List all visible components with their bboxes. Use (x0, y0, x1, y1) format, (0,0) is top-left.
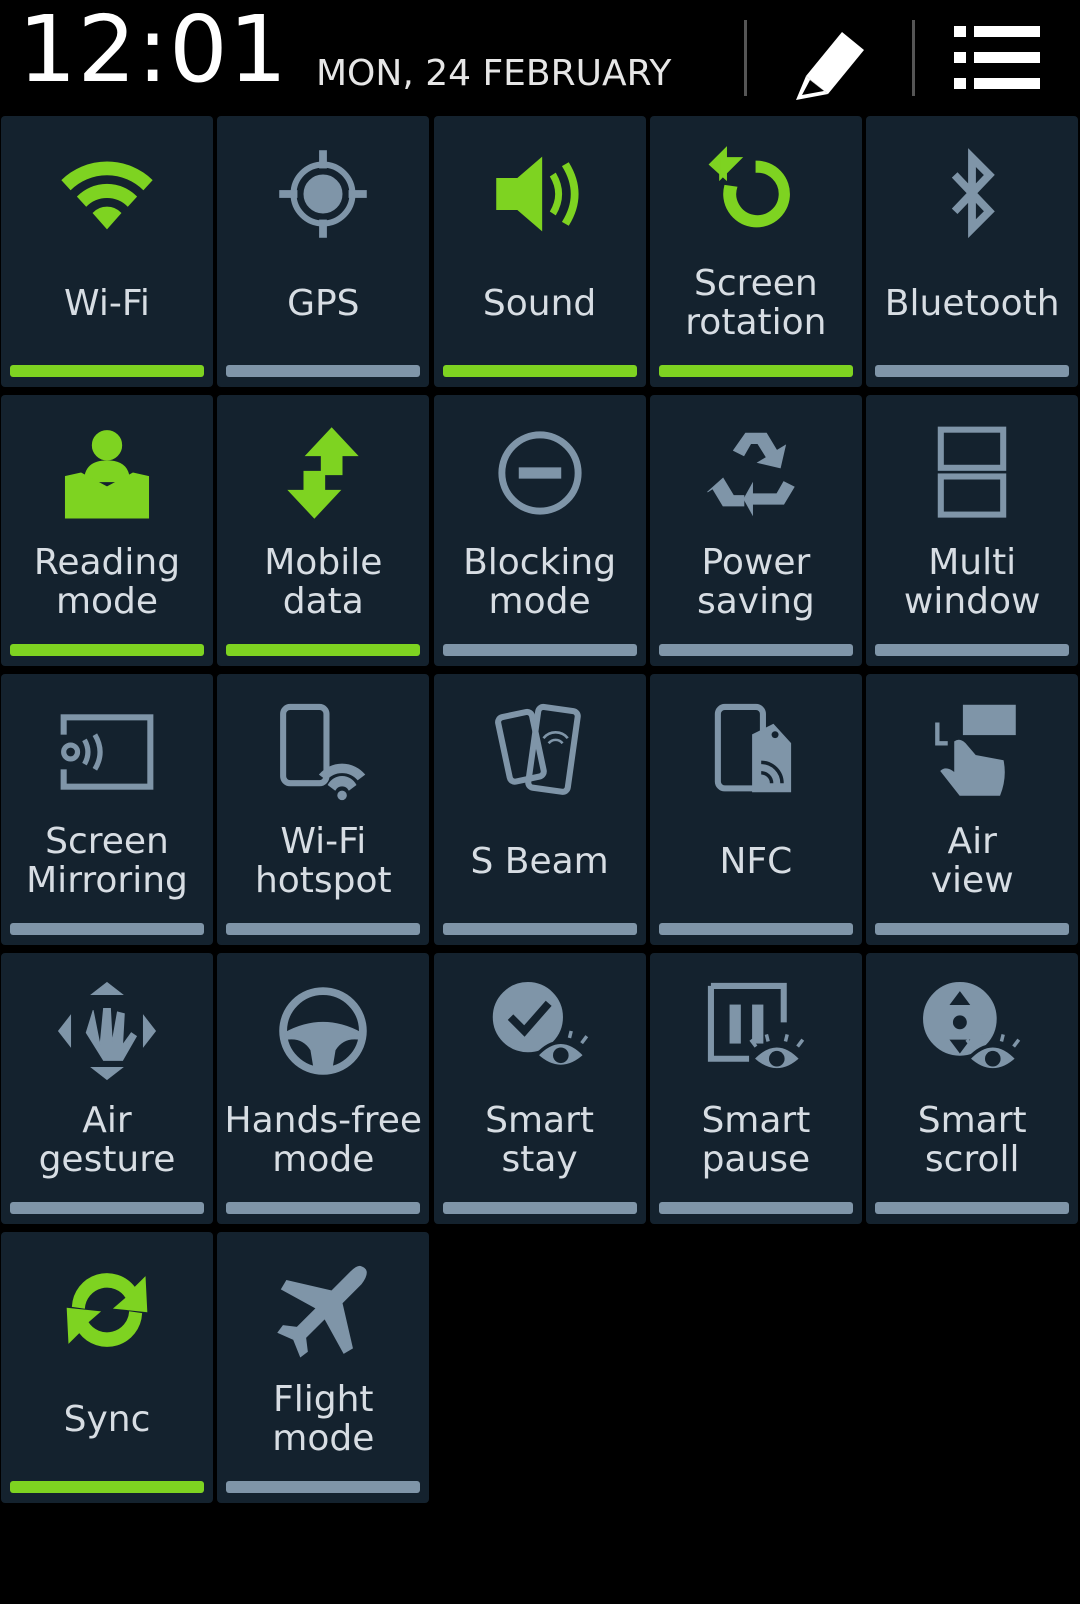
divider (912, 20, 915, 96)
list-button[interactable] (942, 16, 1052, 100)
toggle-label: Power saving (696, 542, 815, 622)
nfc-icon (650, 692, 862, 812)
toggle-label: NFC (719, 840, 793, 882)
toggle-label: Hands-free mode (224, 1100, 423, 1180)
toggle-mobile-data[interactable]: Mobile data (217, 395, 430, 666)
toggle-s-beam[interactable]: S Beam (433, 674, 646, 945)
toggle-sound[interactable]: Sound (433, 116, 646, 387)
toggle-label: Screen Mirroring (26, 821, 188, 901)
toggle-sync[interactable]: Sync (1, 1232, 213, 1503)
toggle-smart-stay[interactable]: Smart stay (433, 953, 646, 1224)
toggle-state-indicator (875, 365, 1070, 377)
toggle-state-indicator (875, 923, 1070, 935)
sync-icon (1, 1250, 213, 1370)
toggle-reading-mode[interactable]: Reading mode (1, 395, 213, 666)
list-icon (954, 26, 1040, 89)
date: MON, 24 FEBRUARY (316, 53, 672, 94)
toggle-label: S Beam (470, 840, 609, 882)
toggle-state-indicator (658, 644, 853, 656)
toggle-flight-mode[interactable]: Flight mode (217, 1232, 430, 1503)
toggle-wi-fi-hotspot[interactable]: Wi-Fi hotspot (217, 674, 430, 945)
toggle-state-indicator (442, 365, 637, 377)
toggle-state-indicator (10, 923, 204, 935)
toggle-hands-free-mode[interactable]: Hands-free mode (217, 953, 430, 1224)
toggle-multi-window[interactable]: Multi window (866, 395, 1079, 666)
toggle-bluetooth[interactable]: Bluetooth (866, 116, 1079, 387)
gps-icon (217, 134, 429, 254)
toggle-label: Wi-Fi (64, 282, 150, 324)
rotation-icon (650, 134, 862, 254)
hotspot-icon (217, 692, 429, 812)
toggle-nfc[interactable]: NFC (649, 674, 862, 945)
airplane-icon (217, 1250, 429, 1370)
toggle-label: Smart scroll (917, 1100, 1027, 1180)
toggle-state-indicator (442, 644, 637, 656)
toggle-label: GPS (287, 282, 360, 324)
toggle-state-indicator (658, 923, 853, 935)
mobile-data-icon (217, 413, 429, 533)
toggle-label: Smart pause (701, 1100, 811, 1180)
toggle-label: Air gesture (38, 1100, 176, 1180)
toggle-label: Sound (482, 282, 597, 324)
air-gesture-icon (1, 971, 213, 1091)
s-beam-icon (434, 692, 646, 812)
pencil-icon (796, 32, 864, 100)
toggle-label: Reading mode (33, 542, 181, 622)
toggle-label: Air view (930, 821, 1014, 901)
notification-header: 12:01 MON, 24 FEBRUARY (0, 0, 1080, 116)
toggle-label: Bluetooth (884, 282, 1060, 324)
toggle-air-view[interactable]: Air view (866, 674, 1079, 945)
blocking-icon (434, 413, 646, 533)
smart-scroll-icon (866, 971, 1078, 1091)
smart-pause-icon (650, 971, 862, 1091)
toggle-screen-rotation[interactable]: Screen rotation (649, 116, 862, 387)
toggle-state-indicator (226, 365, 421, 377)
toggle-smart-pause[interactable]: Smart pause (649, 953, 862, 1224)
toggle-screen-mirroring[interactable]: Screen Mirroring (1, 674, 213, 945)
toggle-smart-scroll[interactable]: Smart scroll (866, 953, 1079, 1224)
speaker-icon (434, 134, 646, 254)
toggle-state-indicator (875, 1202, 1070, 1214)
reading-icon (1, 413, 213, 533)
toggle-state-indicator (442, 1202, 637, 1214)
toggle-state-indicator (10, 365, 204, 377)
toggle-wi-fi[interactable]: Wi-Fi (1, 116, 213, 387)
toggle-state-indicator (10, 1481, 204, 1493)
toggle-state-indicator (226, 1202, 421, 1214)
toggle-state-indicator (226, 644, 421, 656)
toggle-state-indicator (10, 1202, 204, 1214)
toggle-power-saving[interactable]: Power saving (649, 395, 862, 666)
toggle-state-indicator (226, 1481, 421, 1493)
multi-window-icon (866, 413, 1078, 533)
toggle-label: Flight mode (272, 1379, 375, 1459)
toggle-blocking-mode[interactable]: Blocking mode (433, 395, 646, 666)
toggle-state-indicator (658, 365, 853, 377)
toggle-gps[interactable]: GPS (217, 116, 430, 387)
toggle-label: Multi window (903, 542, 1041, 622)
toggle-air-gesture[interactable]: Air gesture (1, 953, 213, 1224)
toggle-state-indicator (226, 923, 421, 935)
air-view-icon (866, 692, 1078, 812)
steering-wheel-icon (217, 971, 429, 1091)
toggle-label: Wi-Fi hotspot (254, 821, 392, 901)
toggle-label: Blocking mode (463, 542, 617, 622)
toggle-state-indicator (10, 644, 204, 656)
divider (744, 20, 747, 96)
screen-mirroring-icon (1, 692, 213, 812)
bluetooth-icon (866, 134, 1078, 254)
edit-button[interactable] (774, 16, 884, 100)
toggle-state-indicator (658, 1202, 853, 1214)
wifi-icon (1, 134, 213, 254)
toggle-state-indicator (875, 644, 1070, 656)
toggle-label: Sync (63, 1398, 151, 1440)
toggle-label: Mobile data (264, 542, 383, 622)
smart-stay-icon (434, 971, 646, 1091)
toggle-label: Smart stay (485, 1100, 595, 1180)
toggle-label: Screen rotation (685, 263, 827, 343)
toggle-state-indicator (442, 923, 637, 935)
clock: 12:01 (18, 0, 289, 103)
recycle-icon (650, 413, 862, 533)
